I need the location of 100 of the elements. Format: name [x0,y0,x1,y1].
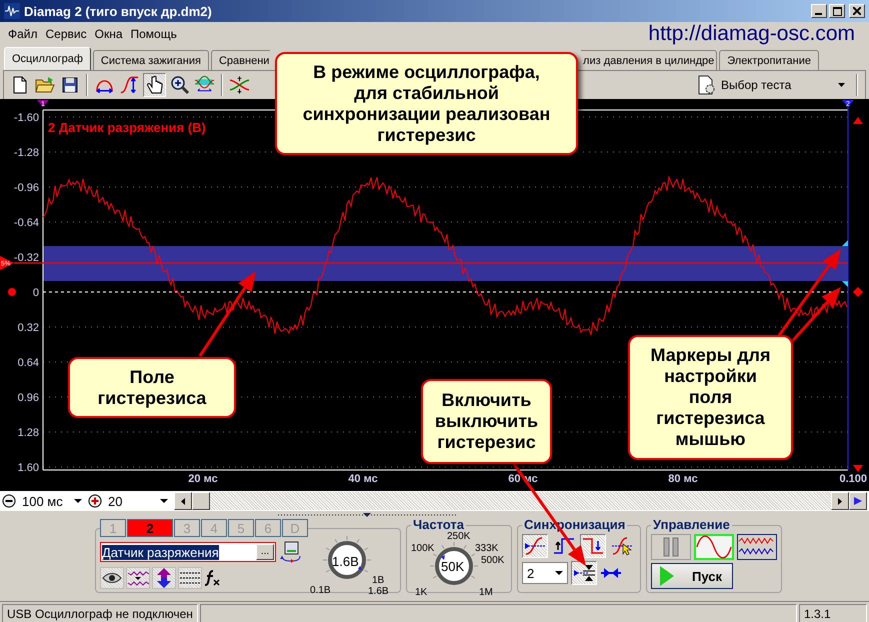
caret-icon [74,499,82,503]
zero-marker[interactable] [8,288,16,296]
app-waveform-icon [4,3,20,19]
tab[interactable]: Система зажигания [92,50,209,70]
play-forward-icon [854,497,862,505]
channel-tool-button[interactable] [152,567,176,589]
channel-button[interactable]: 2 [127,519,173,537]
caret-icon [555,571,563,575]
menu-item[interactable]: Файл [8,27,38,41]
sync-mode-button[interactable] [522,534,548,558]
channel-tool-button[interactable] [178,567,202,589]
y-axis-label: -1.28 [14,147,39,159]
toolbar-button[interactable] [143,73,166,97]
wave-icon [127,569,149,587]
close-icon [853,7,861,15]
test-select-dropdown[interactable]: Выбор теста [691,73,851,97]
new-file-icon [12,76,28,94]
mode-button[interactable] [737,534,777,560]
tab[interactable]: Электропитание [719,50,819,70]
hand-pointer-icon [146,75,164,95]
eye-icon [102,572,122,584]
website-link[interactable]: http://diamag-osc.com [648,22,855,46]
scale-label: 1.6В [368,586,389,597]
arrows-inward-icon[interactable] [600,567,622,579]
function-icon [204,570,220,586]
splitter-handle[interactable] [277,512,457,518]
scroll-down-icon[interactable] [853,465,863,472]
y-axis-label: 1.28 [18,427,39,439]
x-axis-label: 80 мс [668,473,698,485]
tab[interactable]: Сравнени [210,50,270,70]
scale-label: 333K [475,543,498,554]
scale-label: 100K [411,543,434,554]
channel-label: 2 Датчик разряжения (В) [48,120,206,135]
channel-name-field[interactable]: Датчик разряжения ... [100,542,276,562]
close-button[interactable] [849,4,865,18]
level-marker[interactable] [853,287,863,297]
y-axis-label: 1.60 [18,462,39,474]
zoom-out-icon[interactable] [2,494,16,508]
version-label: 1.3.1 [799,604,867,622]
hysteresis-handle-icon[interactable] [842,281,848,288]
x-axis-label: 0.100 [839,473,867,485]
scale-label: 250K [447,531,470,542]
x-axis-label: 40 мс [348,473,378,485]
maximize-icon [832,6,842,16]
menu-item[interactable]: Сервис [46,27,87,41]
x-axis-label: 20 мс [188,473,218,485]
maximize-button[interactable] [829,4,845,18]
scroll-right-icon [838,498,842,504]
play-icon [660,566,674,586]
hysteresis-button[interactable] [571,561,597,585]
menu-item[interactable]: Окна [94,27,122,41]
browse-button[interactable]: ... [256,544,274,560]
falling-edge-icon [582,536,604,556]
callout: Включить выключить гистерезис [421,379,552,464]
scroll-up-icon[interactable] [853,117,863,124]
knob-value: 1.6В [332,554,359,569]
zoom-in-icon[interactable] [88,494,102,508]
sine-wave-icon [696,535,732,559]
open-folder-icon [34,76,54,94]
y-axis-label: -0.96 [14,182,39,194]
callout: В режиме осциллографа, для стабильной синхронизации реализован гистерезис [275,52,578,155]
sync-channel-select[interactable]: 2 [522,562,568,584]
lines-icon [179,570,201,586]
trigger-level-line[interactable] [14,262,848,264]
status-message: USB Осциллограф не подключен [2,604,198,622]
zoom-icon [170,75,190,95]
tab[interactable]: Осциллограф [4,47,91,70]
rising-curve-icon [524,536,546,556]
document-gear-icon [697,75,717,95]
scale-label: 0.1В [310,585,331,596]
group-title: Управление [652,519,731,531]
group-title: Частота [412,519,466,531]
caret-icon [838,83,845,87]
scale-label: 1K [415,587,428,598]
caret-icon [160,499,168,503]
channel-tool-button[interactable] [100,567,124,589]
y-axis-label: -0.32 [14,252,39,264]
callout: Маркеры для настройки поля гистерезиса мышью [628,335,793,460]
scale-label: 500K [481,555,504,566]
scale-label: 1В [372,575,384,586]
scale-label: 1M [479,587,493,598]
tab[interactable]: лиз давления в цилиндре [581,50,718,70]
y-axis-label: 0.64 [18,357,39,369]
menu-item[interactable]: Помощь [130,27,177,41]
minimize-button[interactable] [811,4,827,18]
y-axis-label: -1.60 [14,112,39,124]
callout: Поле гистерезиса [68,357,236,418]
knob-value: 50K [441,559,464,574]
sync-mode-button[interactable] [580,534,606,558]
hysteresis-handle-icon[interactable] [842,240,848,246]
rising-edge-icon [553,536,575,556]
horizontal-scrollbar[interactable] [174,492,867,510]
vertical-arrows-icon [155,567,173,589]
channel-tool-button[interactable] [126,567,150,589]
start-button[interactable]: Пуск [651,563,733,589]
y-axis-label: 0 [32,287,39,299]
hysteresis-icon [573,563,595,583]
window-title: Diamag 2 (тиго впуск др.dm2) [24,4,212,18]
pause-icon [662,536,680,558]
meter-swap-icon[interactable] [280,541,302,563]
